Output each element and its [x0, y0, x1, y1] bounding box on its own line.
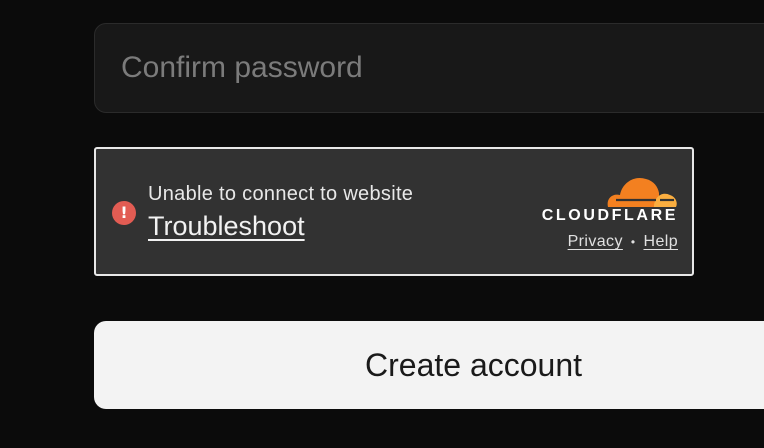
cloudflare-turnstile-widget: ! Unable to connect to website Troublesh… — [94, 147, 694, 276]
turnstile-footer-links: Privacy • Help — [568, 233, 678, 251]
create-account-button[interactable]: Create account — [94, 321, 764, 409]
confirm-password-input[interactable] — [94, 23, 764, 113]
turnstile-status-text: Unable to connect to website — [148, 183, 414, 205]
cloudflare-wordmark: CLOUDFLARE — [541, 207, 678, 224]
help-link[interactable]: Help — [643, 233, 678, 250]
privacy-link[interactable]: Privacy — [568, 233, 623, 250]
signup-page: ! Unable to connect to website Troublesh… — [0, 0, 764, 448]
link-separator: • — [630, 234, 636, 249]
troubleshoot-link[interactable]: Troubleshoot — [148, 211, 305, 242]
cloudflare-cloud-icon — [607, 177, 677, 207]
error-alert-icon: ! — [112, 201, 136, 225]
create-account-label: Create account — [365, 347, 583, 383]
